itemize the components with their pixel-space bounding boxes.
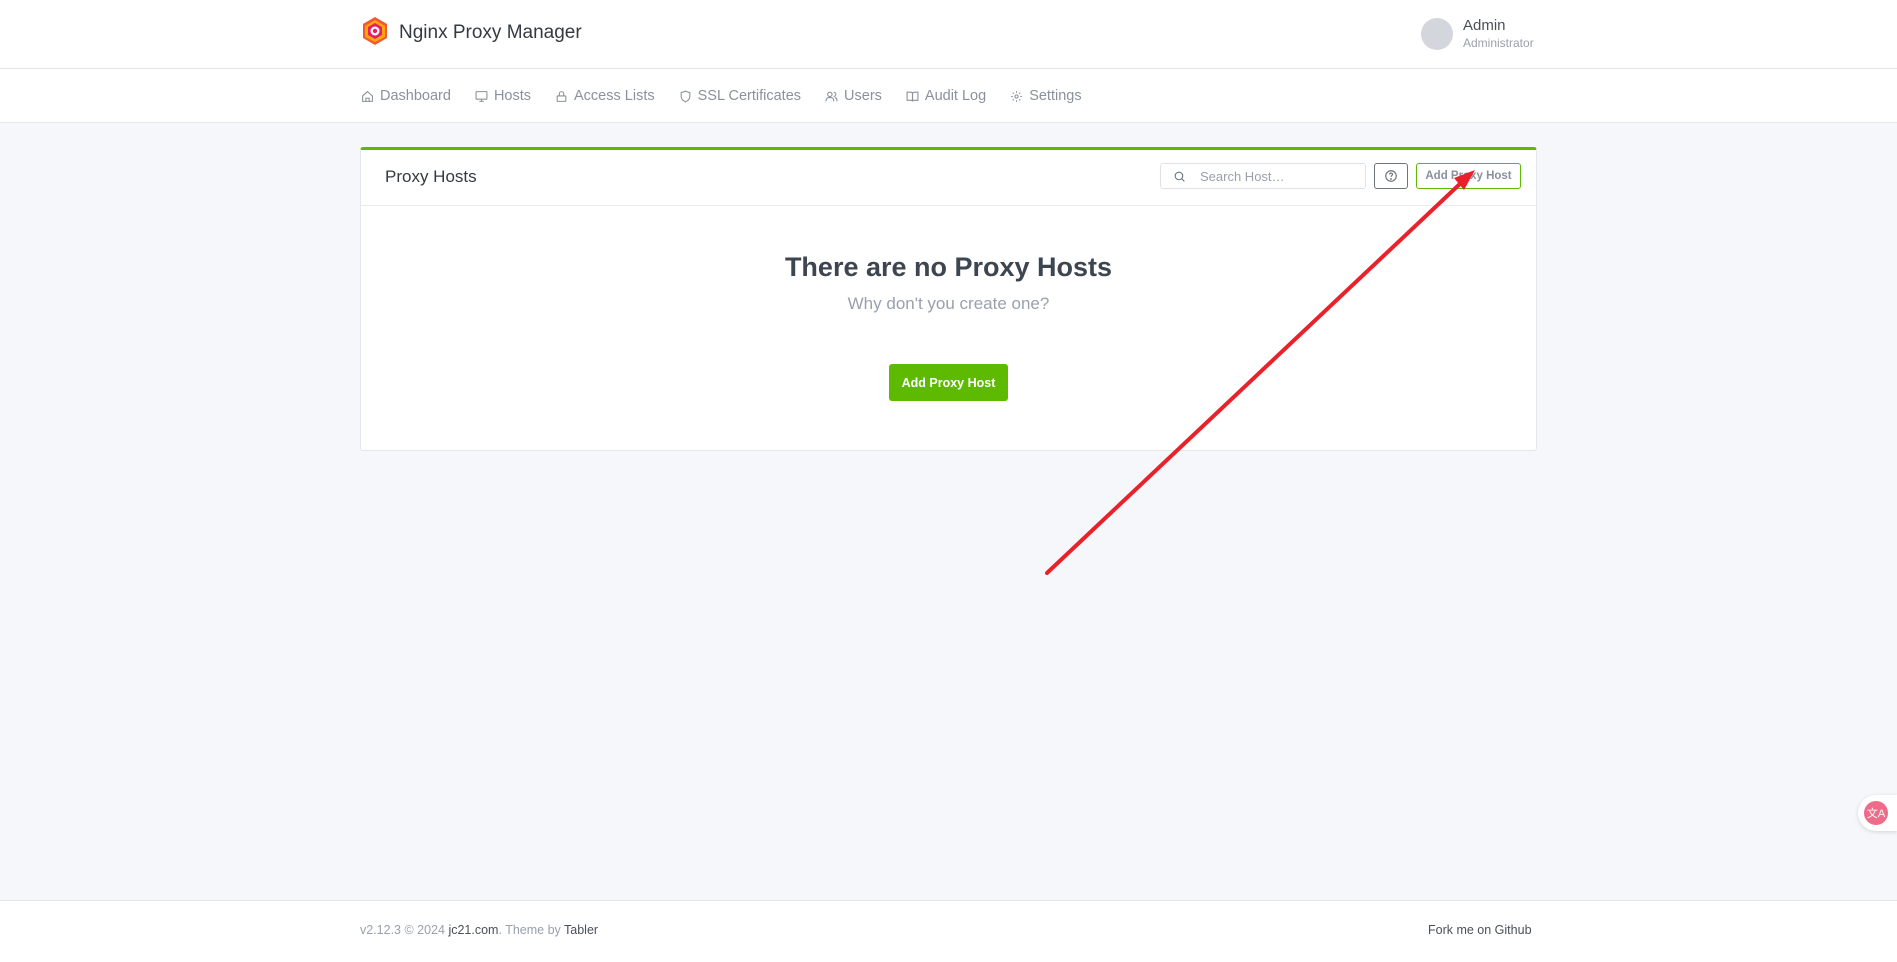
monitor-icon: [475, 90, 488, 102]
nav-item-label: Access Lists: [574, 88, 655, 104]
translate-widget[interactable]: 文A: [1858, 795, 1897, 831]
search-box[interactable]: [1160, 163, 1366, 189]
card-header: Proxy Hosts Add Proxy Host: [361, 150, 1536, 206]
search-icon: [1174, 171, 1185, 182]
search-input[interactable]: [1200, 168, 1360, 184]
proxy-hosts-card: Proxy Hosts Add Proxy Host There are no …: [360, 147, 1537, 451]
brand[interactable]: Nginx Proxy Manager: [361, 16, 582, 51]
home-icon: [362, 90, 373, 102]
book-icon: [906, 91, 919, 101]
nginx-proxy-manager-logo-icon: [361, 16, 389, 51]
empty-state-title: There are no Proxy Hosts: [784, 252, 1113, 282]
translate-icon: 文A: [1864, 801, 1888, 825]
footer-credits: v2.12.3 © 2024 jc21.com. Theme by Tabler: [360, 923, 598, 937]
top-header: Nginx Proxy Manager Admin Administrator: [0, 0, 1897, 69]
user-role: Administrator: [1463, 36, 1534, 50]
nav-item-label: SSL Certificates: [697, 88, 802, 104]
footer: v2.12.3 © 2024 jc21.com. Theme by Tabler…: [0, 900, 1897, 962]
user-name: Admin: [1463, 17, 1506, 34]
users-icon: [825, 91, 838, 101]
footer-company-link[interactable]: jc21.com: [448, 923, 498, 937]
nav-item-label: Settings: [1029, 88, 1082, 104]
help-button[interactable]: [1374, 163, 1408, 189]
empty-state-add-proxy-host-button[interactable]: Add Proxy Host: [889, 364, 1008, 401]
card-title: Proxy Hosts: [385, 167, 477, 186]
user-menu[interactable]: Admin Administrator: [1421, 17, 1534, 51]
main-nav: Dashboard Hosts Access Lists SSL Certifi…: [0, 69, 1897, 123]
lock-icon: [556, 90, 567, 102]
nav-item-users[interactable]: Users: [825, 88, 882, 104]
footer-theme-link[interactable]: Tabler: [564, 923, 598, 937]
empty-state-subtitle: Why don't you create one?: [847, 294, 1050, 313]
nav-item-ssl-certificates[interactable]: SSL Certificates: [679, 88, 801, 104]
shield-icon: [680, 90, 690, 103]
footer-theme-prefix: . Theme by: [498, 923, 565, 937]
nav-item-dashboard[interactable]: Dashboard: [361, 88, 451, 104]
brand-name: Nginx Proxy Manager: [399, 22, 582, 43]
add-proxy-host-button[interactable]: Add Proxy Host: [1416, 163, 1521, 189]
nav-item-label: Hosts: [493, 88, 532, 104]
help-circle-icon: [1385, 170, 1397, 182]
nav-item-label: Dashboard: [380, 88, 451, 104]
gear-icon: [1011, 90, 1023, 102]
github-link[interactable]: Fork me on Github: [1428, 923, 1532, 937]
nav-item-access-lists[interactable]: Access Lists: [555, 88, 655, 104]
nav-item-audit-log[interactable]: Audit Log: [906, 88, 986, 104]
nav-item-settings[interactable]: Settings: [1010, 88, 1082, 104]
footer-version: v2.12.3 © 2024: [360, 923, 449, 937]
nav-item-label: Audit Log: [924, 88, 987, 104]
nav-item-label: Users: [844, 88, 882, 104]
avatar: [1421, 18, 1453, 50]
nav-item-hosts[interactable]: Hosts: [475, 88, 531, 104]
red-annotation-arrow: [1045, 170, 1475, 575]
